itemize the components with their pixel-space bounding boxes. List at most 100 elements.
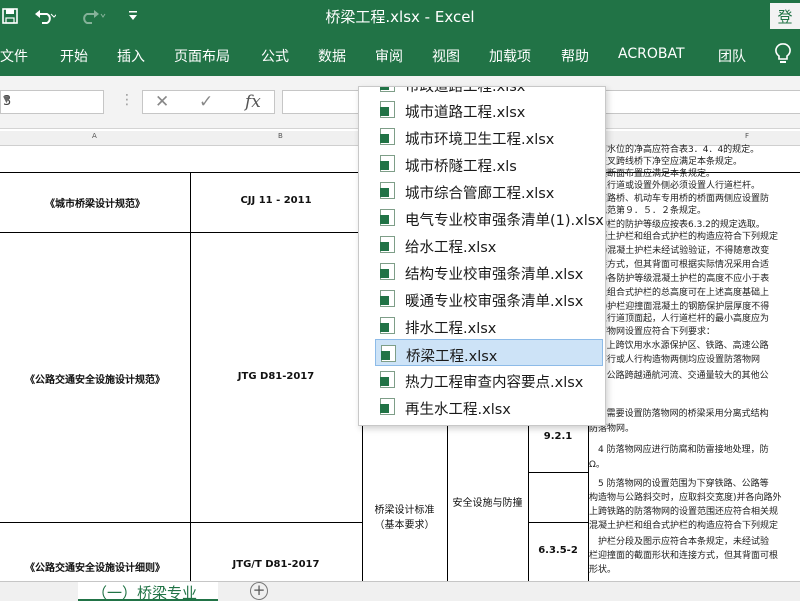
tab-home[interactable]: 开始 bbox=[60, 46, 88, 66]
excel-file-icon bbox=[380, 101, 395, 118]
name-box[interactable]: 3 ▼ bbox=[0, 90, 104, 114]
excel-file-icon bbox=[380, 236, 395, 253]
column-header-b[interactable]: B bbox=[278, 132, 283, 140]
clause-text-line: 2 公路跨越通航河流、交通量较大的其他公 bbox=[589, 371, 769, 381]
file-list-item[interactable]: 城市环境卫生工程.xlsx bbox=[375, 123, 603, 150]
regulation-name-cell[interactable]: 《公路交通安全设施设计细则》 bbox=[0, 559, 190, 574]
column-header-a[interactable]: A bbox=[92, 132, 97, 140]
tab-data[interactable]: 数据 bbox=[318, 46, 346, 66]
clause-text-line: 护栏分段及图示应符合本条规定，未经试验 bbox=[589, 537, 770, 547]
tab-help[interactable]: 帮助 bbox=[561, 46, 589, 66]
login-button[interactable]: 登 bbox=[770, 3, 800, 29]
clause-text-line: 洞内水位的净高应符合表3．4．4的规定。 bbox=[589, 145, 760, 155]
regulation-code-cell[interactable]: CJJ 11 - 2011 bbox=[190, 195, 362, 206]
clause-text-line: 5 防落物网的设置范围为下穿铁路、公路等 bbox=[589, 479, 769, 489]
ribbon-tab-bar: 文件 开始 插入 页面布局 公式 数据 审阅 视图 加载项 帮助 ACROBAT… bbox=[0, 32, 800, 76]
clause-text-line: 急人行道或设置外侧必须设置人行道栏杆。 bbox=[589, 181, 761, 191]
excel-file-icon bbox=[380, 182, 395, 199]
clause-text-line: 防落物网设置应符合下列要求： bbox=[589, 327, 716, 337]
sheet-tab-active[interactable]: （一）桥梁专业 bbox=[78, 582, 218, 602]
category-cell[interactable]: 桥梁设计标准 bbox=[362, 501, 447, 516]
file-list-item-selected[interactable]: 桥梁工程.xlsx bbox=[375, 339, 603, 366]
file-list-item[interactable]: 排水工程.xlsx bbox=[375, 312, 603, 339]
clause-text-line: 3 需要设置防落物网的桥梁采用分离式结构 bbox=[589, 409, 769, 419]
fx-icon[interactable]: fx bbox=[245, 92, 261, 112]
close-icon[interactable]: ✕ bbox=[155, 92, 169, 112]
clause-number-cell[interactable]: 9.2.1 bbox=[528, 431, 588, 442]
file-list-item[interactable]: 再生水工程.xlsx bbox=[375, 393, 603, 420]
file-list-item[interactable]: 城市桥隧工程.xls bbox=[375, 150, 603, 177]
tab-view[interactable]: 视图 bbox=[432, 46, 460, 66]
clause-text-line: 急护栏的防护等级应按表6.3.2的规定选取。 bbox=[589, 220, 765, 230]
clause-text-line: 4 防落物网应进行防腐和防雷接地处理，防 bbox=[589, 445, 769, 455]
column-header-f[interactable]: F bbox=[745, 132, 749, 140]
grid-line bbox=[528, 424, 529, 582]
tab-add-ins[interactable]: 加载项 bbox=[489, 46, 531, 66]
file-list-popup: 市政道路工程.xlsx 城市道路工程.xlsx 城市环境卫生工程.xlsx 城市… bbox=[358, 86, 606, 426]
clause-text-line: 1)混凝土护栏未经试验验证，不得随意改变 bbox=[589, 246, 770, 256]
file-list-item[interactable]: 城市综合管廊工程.xlsx bbox=[375, 177, 603, 204]
excel-file-icon bbox=[380, 398, 395, 415]
excel-file-icon bbox=[381, 345, 396, 362]
regulation-name-cell[interactable]: 《城市桥梁设计规范》 bbox=[0, 195, 190, 210]
file-list-item[interactable]: 热力工程审查内容要点.xlsx bbox=[375, 366, 603, 393]
file-list-item[interactable]: 结构专业校审强条清单.xlsx bbox=[375, 258, 603, 285]
window-title: 桥梁工程.xlsx - Excel bbox=[325, 8, 475, 26]
clause-text-line: Ω。 bbox=[589, 460, 605, 470]
clause-text-line: 混凝土护栏和组合式护栏的构造应符合下列规定 bbox=[589, 232, 779, 242]
excel-file-icon bbox=[380, 128, 395, 145]
clause-text-line: 构造物与公路斜交时，应取斜交宽度)并各向路外 bbox=[589, 493, 782, 503]
tab-insert[interactable]: 插入 bbox=[117, 46, 145, 66]
tab-acrobat[interactable]: ACROBAT bbox=[618, 46, 685, 62]
clause-text-line: 本规范第９．５．２条规定。 bbox=[589, 206, 707, 216]
sheet-tab-bar: （一）桥梁专业 + bbox=[0, 581, 800, 602]
check-icon[interactable]: ✓ bbox=[199, 92, 213, 112]
plus-icon[interactable]: + bbox=[250, 582, 268, 600]
clause-text-line: 混凝土护栏和组合式护栏的构造应符合下列规定 bbox=[589, 521, 779, 531]
title-bar: 桥梁工程.xlsx - Excel 登 bbox=[0, 0, 800, 32]
tab-formulas[interactable]: 公式 bbox=[261, 46, 289, 66]
regulation-name-cell[interactable]: 《公路交通安全设施设计规范》 bbox=[0, 371, 190, 386]
clause-text-line: 形状。 bbox=[589, 565, 617, 575]
category-cell-note[interactable]: （基本要求） bbox=[362, 516, 447, 531]
tab-team[interactable]: 团队 bbox=[718, 46, 746, 66]
clause-text-line: 2)各防护等级混凝土护栏的高度不应小于表 bbox=[589, 274, 770, 284]
clause-text-line: 栏迎撞面的截面形状和连接方式，但其背面可根 bbox=[589, 551, 779, 561]
clause-text-line: 人人行道顶面起，人行道栏杆的最小高度应为 bbox=[589, 314, 770, 324]
tab-file[interactable]: 文件 bbox=[0, 46, 28, 66]
regulation-code-cell[interactable]: JTG D81-2017 bbox=[190, 371, 362, 382]
clause-text-line: 1 上跨饮用水水源保护区、铁路、高速公路 bbox=[589, 341, 769, 351]
excel-file-icon bbox=[380, 209, 395, 226]
excel-file-icon bbox=[380, 317, 395, 334]
grid-line bbox=[528, 472, 588, 473]
grid-line bbox=[528, 522, 588, 523]
file-list-item[interactable]: 暖通专业校审强条清单.xlsx bbox=[375, 285, 603, 312]
excel-file-icon bbox=[380, 155, 395, 172]
formula-buttons: ✕ ✓ fx bbox=[142, 90, 275, 114]
grid-line bbox=[0, 522, 362, 523]
file-list-item[interactable]: 城市道路工程.xlsx bbox=[375, 96, 603, 123]
tab-page-layout[interactable]: 页面布局 bbox=[174, 46, 230, 66]
clause-number-cell[interactable]: 6.3.5-2 bbox=[528, 545, 588, 556]
excel-file-icon bbox=[380, 371, 395, 388]
grid-line bbox=[0, 232, 362, 233]
clause-text-line: 防落物网。 bbox=[589, 424, 635, 434]
excel-file-icon bbox=[380, 87, 395, 92]
excel-file-icon bbox=[380, 290, 395, 307]
subcategory-cell[interactable]: 安全设施与防撞 bbox=[447, 494, 528, 509]
clause-text-line: 上跨铁路的防落物网的设置范围还应符合相关规 bbox=[589, 507, 779, 517]
tab-review[interactable]: 审阅 bbox=[375, 46, 403, 66]
clause-text-line: 3)护栏迎撞面混凝土的钢筋保护层厚度不得 bbox=[589, 302, 770, 312]
excel-file-icon bbox=[380, 263, 395, 280]
more-icon: ⋮ bbox=[120, 92, 134, 108]
regulation-code-cell[interactable]: JTG/T D81-2017 bbox=[190, 559, 362, 570]
lightbulb-icon[interactable] bbox=[775, 43, 791, 69]
file-list-item[interactable]: 给水工程.xlsx bbox=[375, 231, 603, 258]
clause-text-line: 的车行或人行构造物两侧均应设置防落物网 bbox=[589, 355, 761, 365]
clause-text-line: 车接方式，但其背面可根据实际情况采用合适 bbox=[589, 260, 770, 270]
chevron-down-icon[interactable]: ▼ bbox=[3, 95, 97, 105]
clause-text-line: 等级组合式护栏的总高度可在上述高度基础上 bbox=[589, 288, 770, 298]
clause-text-line: 快速路桥、机动车专用桥的桥面两侧应设置防 bbox=[589, 194, 770, 204]
clause-text-line: 桥交叉跨线桥下净空应满足本条规定。 bbox=[589, 157, 743, 167]
file-list-item[interactable]: 电气专业校审强条清单(1).xlsx bbox=[375, 204, 604, 231]
